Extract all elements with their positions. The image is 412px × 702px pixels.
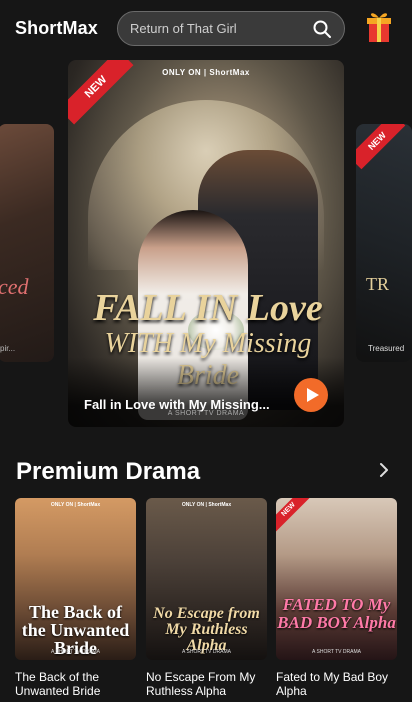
drama-poster[interactable]: NEW FATED TO My BAD BOY Alpha A SHORT TV… (276, 498, 397, 660)
new-ribbon: NEW (356, 124, 406, 170)
poster-bottom-label: A SHORT TV DRAMA (51, 649, 100, 655)
search-placeholder[interactable]: Return of That Girl (130, 21, 237, 36)
section-title: Premium Drama (16, 458, 201, 485)
left-card-caption: pir... (0, 344, 16, 353)
poster-title-art: No Escape from My Ruthless Alpha (153, 605, 260, 654)
drama-title[interactable]: Fated to My Bad Boy Alpha (276, 670, 400, 698)
gift-icon[interactable] (364, 4, 394, 44)
app-header: ShortMax Return of That Girl (0, 0, 412, 58)
app-logo[interactable]: ShortMax (15, 18, 98, 39)
chevron-right-icon[interactable] (376, 462, 392, 478)
poster-bottom-label: A SHORT TV DRAMA (312, 649, 361, 655)
only-on-label: ONLY ON | ShortMax (162, 68, 250, 77)
new-ribbon: NEW (276, 498, 311, 532)
play-icon[interactable] (294, 378, 328, 412)
search-bar[interactable]: Return of That Girl (117, 11, 345, 46)
left-card-title: ced (0, 274, 29, 299)
right-card-caption: Treasured (368, 344, 405, 353)
poster-bottom-label: A SHORT TV DRAMA (182, 649, 231, 655)
drama-poster[interactable]: ONLY ON | ShortMax No Escape from My Rut… (146, 498, 267, 660)
drama-poster[interactable]: ONLY ON | ShortMax The Back of the Unwan… (15, 498, 136, 660)
short-tv-drama-label: A SHORT TV DRAMA (167, 410, 245, 417)
drama-title[interactable]: No Escape From My Ruthless Alpha (146, 670, 270, 698)
poster-title-art: FATED TO My BAD BOY Alpha (277, 595, 396, 632)
poster-top-label: ONLY ON | ShortMax (181, 502, 232, 508)
carousel-card-left[interactable]: ced pir... (0, 124, 54, 362)
right-card-title: TR (366, 274, 390, 294)
carousel-card-right[interactable]: NEW TR Treasured (356, 124, 412, 362)
featured-drama-card[interactable]: NEW ONLY ON | ShortMax FALL IN Love WITH… (68, 60, 344, 427)
search-icon[interactable] (312, 19, 332, 39)
drama-title[interactable]: The Back of the Unwanted Bride (15, 670, 139, 698)
poster-top-label: ONLY ON | ShortMax (50, 502, 101, 508)
